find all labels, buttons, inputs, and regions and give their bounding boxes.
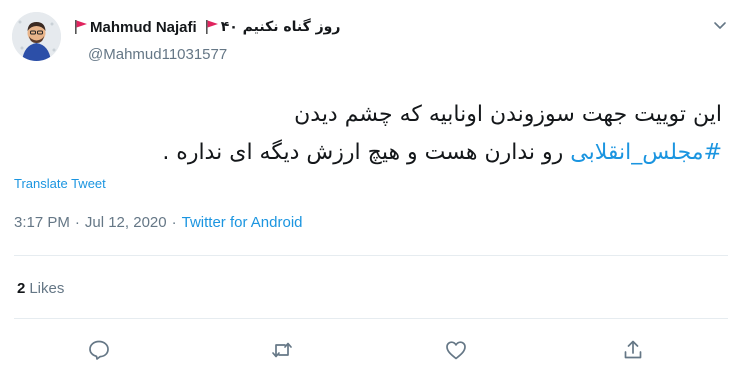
tweet-text-line-2-rest: رو ندارن هست و هیچ ارزش دیگه ای نداره . <box>162 140 571 165</box>
tweet-text: این توییت جهت سوزوندن اونابیه که چشم دید… <box>22 96 722 172</box>
avatar[interactable] <box>12 12 61 61</box>
tweet-text-line-1: این توییت جهت سوزوندن اونابیه که چشم دید… <box>294 102 722 127</box>
heart-icon <box>446 341 466 360</box>
retweet-button[interactable] <box>270 338 294 362</box>
likes-count: 2 <box>17 280 26 297</box>
tweet-time[interactable]: 3:17 PM <box>14 214 70 231</box>
meta-separator: · <box>171 214 177 231</box>
tweet-date[interactable]: Jul 12, 2020 <box>85 214 167 231</box>
share-icon <box>624 340 642 359</box>
display-name[interactable]: Mahmud Najafi <box>90 19 197 36</box>
divider <box>14 255 728 256</box>
red-flag-icon <box>74 19 88 35</box>
reply-icon <box>89 340 109 360</box>
tweet-text-line-2: #مجلس_انقلابی رو ندارن هست و هیچ ارزش دی… <box>22 134 722 172</box>
translate-tweet-link[interactable]: Translate Tweet <box>14 176 106 191</box>
likes-stat[interactable]: 2 Likes <box>17 280 64 297</box>
divider <box>14 318 728 319</box>
meta-separator: · <box>74 214 80 231</box>
tweet-meta: 3:17 PM · Jul 12, 2020 · Twitter for Android <box>14 214 303 231</box>
tweet-source-link[interactable]: Twitter for Android <box>182 214 303 231</box>
red-flag-icon <box>205 19 219 35</box>
reply-button[interactable] <box>87 338 111 362</box>
likes-label: Likes <box>29 280 65 297</box>
user-handle[interactable]: @Mahmud11031577 <box>88 46 227 63</box>
share-button[interactable] <box>621 338 645 362</box>
tweet-card: Mahmud Najafi روز گناه نکنیم ۴۰ @Mahmud1… <box>0 0 742 388</box>
display-name-suffix[interactable]: روز گناه نکنیم ۴۰ <box>221 19 341 35</box>
avatar-icon <box>12 12 61 61</box>
hashtag-link[interactable]: #مجلس_انقلابی <box>570 140 722 165</box>
retweet-icon <box>272 342 292 358</box>
like-button[interactable] <box>444 338 468 362</box>
chevron-down-icon[interactable] <box>712 17 728 33</box>
user-name-row[interactable]: Mahmud Najafi روز گناه نکنیم ۴۰ <box>72 16 340 38</box>
